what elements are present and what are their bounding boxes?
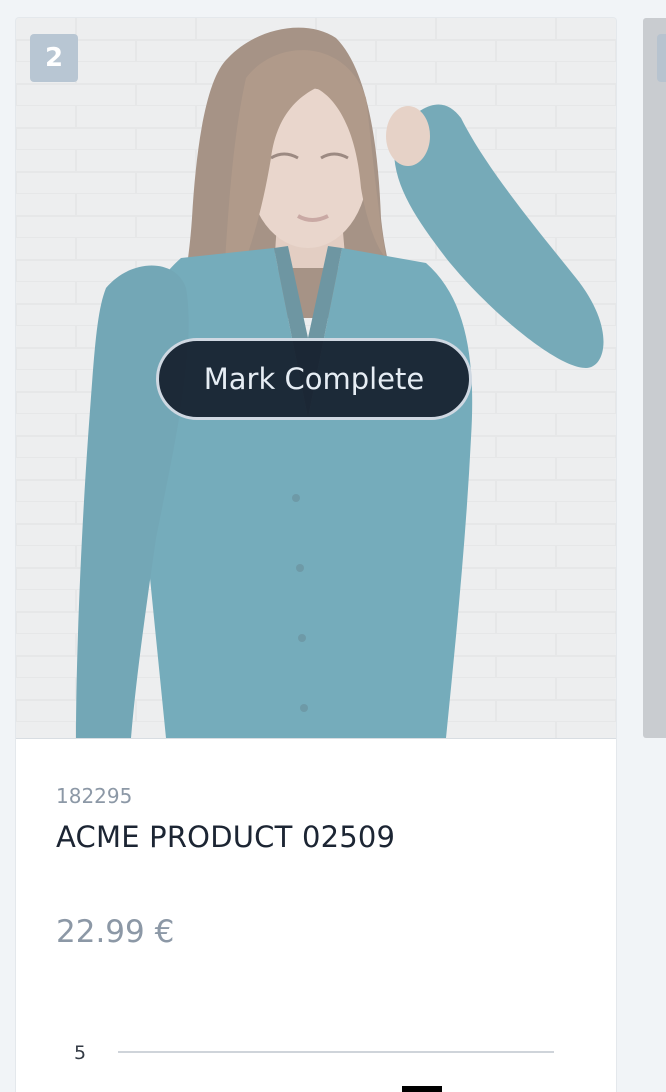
mark-complete-button[interactable]: Mark Complete <box>156 338 472 420</box>
chart-bar <box>402 1086 442 1092</box>
product-price: 22.99 € <box>56 914 175 950</box>
product-card[interactable]: 2 Mark Complete 182295 ACME PRODUCT 0250… <box>16 18 616 1092</box>
product-info: 182295 ACME PRODUCT 02509 <box>56 782 576 856</box>
product-sku: 182295 <box>56 784 133 808</box>
y-tick-label: 5 <box>74 1042 86 1064</box>
next-rank-badge <box>657 34 666 82</box>
rank-badge: 2 <box>30 34 78 82</box>
next-product-card[interactable] <box>643 18 666 738</box>
product-grid: 2 Mark Complete 182295 ACME PRODUCT 0250… <box>0 0 666 1092</box>
product-name[interactable]: ACME PRODUCT 02509 <box>56 818 576 856</box>
sales-chart: 5 <box>74 1042 554 1092</box>
product-image: 2 Mark Complete <box>16 18 616 739</box>
